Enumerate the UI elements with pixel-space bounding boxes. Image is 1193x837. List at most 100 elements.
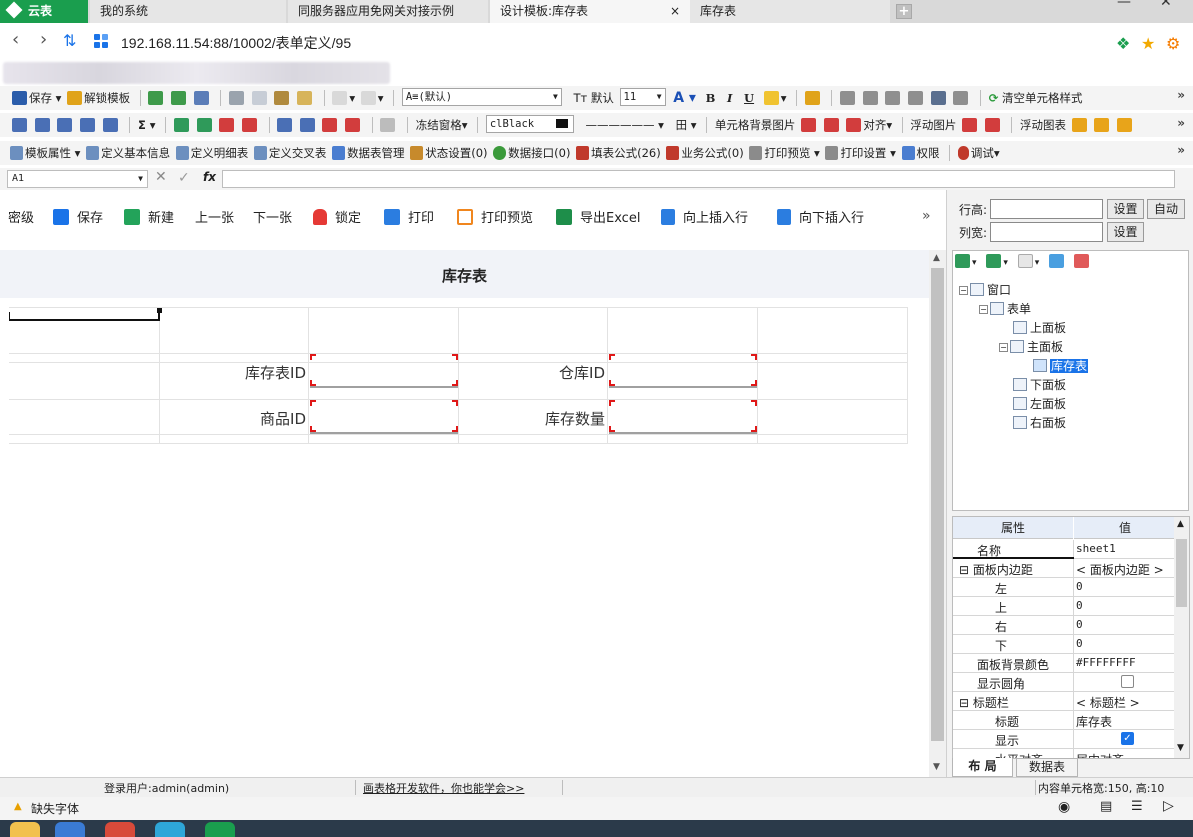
- collapse-toggle-icon[interactable]: −: [979, 305, 988, 314]
- toolbar-overflow-icon[interactable]: »: [1177, 88, 1185, 102]
- eye-icon[interactable]: ◉: [1058, 799, 1070, 815]
- tab-my-system[interactable]: 我的系统: [90, 0, 286, 23]
- collapse-toggle-icon[interactable]: −: [999, 343, 1008, 352]
- scroll-up-icon[interactable]: ▲: [933, 253, 940, 263]
- extension-icon[interactable]: ❖: [1116, 34, 1130, 53]
- font-size-default[interactable]: Tт 默认: [574, 87, 614, 109]
- close-tab-icon[interactable]: ×: [670, 0, 680, 23]
- insert-row-above-button[interactable]: 向上插入行: [661, 209, 748, 229]
- borders-button[interactable]: 田 ▾: [676, 114, 697, 136]
- color-combo[interactable]: clBlack: [485, 115, 574, 133]
- paste-template-button[interactable]: [171, 87, 188, 109]
- col-width-input[interactable]: [990, 222, 1103, 242]
- cell-name-box[interactable]: A1 ▼: [7, 170, 148, 188]
- freeze-panes-button[interactable]: 冻结窗格▾: [416, 114, 468, 136]
- window-icon[interactable]: [1049, 254, 1065, 268]
- tpl-item-0[interactable]: 模板属性 ▾: [10, 142, 80, 164]
- prop-value[interactable]: sheet1: [1076, 542, 1116, 555]
- action-overflow-icon[interactable]: »: [922, 208, 931, 224]
- float-image-button[interactable]: 浮动图片: [910, 114, 956, 136]
- missing-font-text[interactable]: 缺失字体: [31, 800, 79, 817]
- tree-node-top-panel[interactable]: 上面板: [1013, 320, 1066, 336]
- insert-row-button[interactable]: [12, 114, 29, 136]
- tpl-item-9[interactable]: 打印预览 ▾: [749, 142, 820, 164]
- table-grid-button[interactable]: [79, 114, 97, 136]
- prop-value[interactable]: 库存表: [1076, 713, 1112, 730]
- rounded-checkbox[interactable]: [1121, 675, 1134, 688]
- tpl-item-8[interactable]: 业务公式(0): [666, 142, 744, 164]
- fill-color-button[interactable]: ▾: [763, 87, 787, 109]
- font-size-combo[interactable]: 11 ▼: [619, 88, 666, 106]
- tree-node-inventory-sheet[interactable]: 库存表: [1033, 358, 1089, 374]
- stock-qty-field[interactable]: [609, 400, 757, 434]
- tpl-item-3[interactable]: 定义交叉表: [253, 142, 326, 164]
- image-button-1[interactable]: [801, 114, 818, 136]
- print-button[interactable]: 打印: [384, 209, 434, 229]
- prop-row-bg-color[interactable]: 面板背景颜色 #FFFFFFFF: [953, 654, 1175, 673]
- prop-row-title[interactable]: 标题 库存表: [953, 711, 1175, 730]
- inventory-id-field[interactable]: [310, 354, 458, 388]
- toolbar-overflow-icon[interactable]: »: [1177, 116, 1185, 130]
- product-id-field[interactable]: [310, 400, 458, 434]
- sum-button[interactable]: Σ ▾: [138, 114, 156, 136]
- tpl-item-7[interactable]: 填表公式(26): [576, 142, 661, 164]
- clear-cell-style-button[interactable]: ⟳ 清空单元格样式: [989, 87, 1083, 109]
- confirm-formula-icon[interactable]: ✓: [178, 170, 190, 186]
- tab-design-template[interactable]: 设计模板:库存表 ×: [490, 0, 690, 23]
- copy-button[interactable]: [251, 87, 269, 109]
- prop-value[interactable]: 居中对齐: [1076, 751, 1124, 758]
- prop-row-rounded[interactable]: 显示圆角: [953, 673, 1175, 692]
- delete-panel-icon[interactable]: [1073, 254, 1089, 268]
- col-width-set-button[interactable]: 设置: [1107, 222, 1144, 242]
- prop-row-right[interactable]: 右0: [953, 616, 1175, 635]
- tree-node-bottom-panel[interactable]: 下面板: [1013, 377, 1066, 393]
- merge-button[interactable]: [102, 114, 120, 136]
- copy-template-button[interactable]: [148, 87, 165, 109]
- insert-col-button[interactable]: [34, 114, 52, 136]
- align-image-button[interactable]: 对齐▾: [846, 114, 892, 136]
- show-checkbox[interactable]: ✓: [1121, 732, 1134, 745]
- export-button[interactable]: [193, 87, 211, 109]
- prop-value[interactable]: 0: [1076, 599, 1083, 612]
- scroll-thumb[interactable]: [931, 268, 944, 741]
- new-tab-button[interactable]: +: [896, 4, 912, 19]
- tpl-item-1[interactable]: 定义基本信息: [86, 142, 170, 164]
- warehouse-id-field[interactable]: [609, 354, 757, 388]
- formula-input[interactable]: [222, 170, 1175, 188]
- align-left-button[interactable]: [840, 87, 857, 109]
- collapse-toggle-icon[interactable]: −: [959, 286, 968, 295]
- forward-icon[interactable]: ›: [40, 31, 47, 49]
- format-painter-button[interactable]: [297, 87, 314, 109]
- prop-row-bottom[interactable]: 下0: [953, 635, 1175, 654]
- edge-icon[interactable]: [155, 822, 185, 837]
- chart-button-1[interactable]: [1071, 114, 1089, 136]
- close-window-icon[interactable]: ✕: [1160, 0, 1172, 10]
- lock-button[interactable]: 锁定: [313, 209, 361, 229]
- prop-value[interactable]: < 面板内边距 >: [1076, 561, 1164, 578]
- new-button[interactable]: 新建: [124, 209, 174, 229]
- insert-button-1[interactable]: [173, 114, 191, 136]
- row-height-set-button[interactable]: 设置: [1107, 199, 1144, 219]
- play-icon[interactable]: ▷: [1163, 798, 1174, 814]
- print-preview-button[interactable]: 打印预览: [457, 209, 533, 229]
- property-scrollbar[interactable]: ▲ ▼: [1174, 517, 1189, 758]
- tpl-item-4[interactable]: 数据表管理: [332, 142, 405, 164]
- prop-value[interactable]: #FFFFFFFF: [1076, 656, 1136, 669]
- apps-grid-icon[interactable]: [94, 34, 110, 50]
- float-chart-button[interactable]: 浮动图表: [1020, 114, 1066, 136]
- prop-row-show[interactable]: 显示 ✓: [953, 730, 1175, 749]
- align-center-button[interactable]: [862, 87, 880, 109]
- back-icon[interactable]: ‹: [12, 31, 19, 49]
- tab-layout[interactable]: 布 局: [952, 758, 1013, 777]
- chart-button-2[interactable]: [1094, 114, 1111, 136]
- security-level-button[interactable]: 密级: [8, 209, 34, 229]
- star-icon[interactable]: ★: [1141, 34, 1155, 53]
- table-button[interactable]: [57, 114, 74, 136]
- tpl-item-5[interactable]: 状态设置(0): [410, 142, 488, 164]
- prop-row-titlebar[interactable]: ⊟ 标题栏 < 标题栏 >: [953, 692, 1175, 711]
- scroll-thumb[interactable]: [1176, 539, 1187, 607]
- list-view-icon[interactable]: ☰: [1131, 799, 1143, 814]
- url-text[interactable]: 192.168.11.54:88/10002/表单定义/95: [121, 33, 351, 53]
- prop-value[interactable]: 0: [1076, 637, 1083, 650]
- prop-value[interactable]: < 标题栏 >: [1076, 694, 1140, 711]
